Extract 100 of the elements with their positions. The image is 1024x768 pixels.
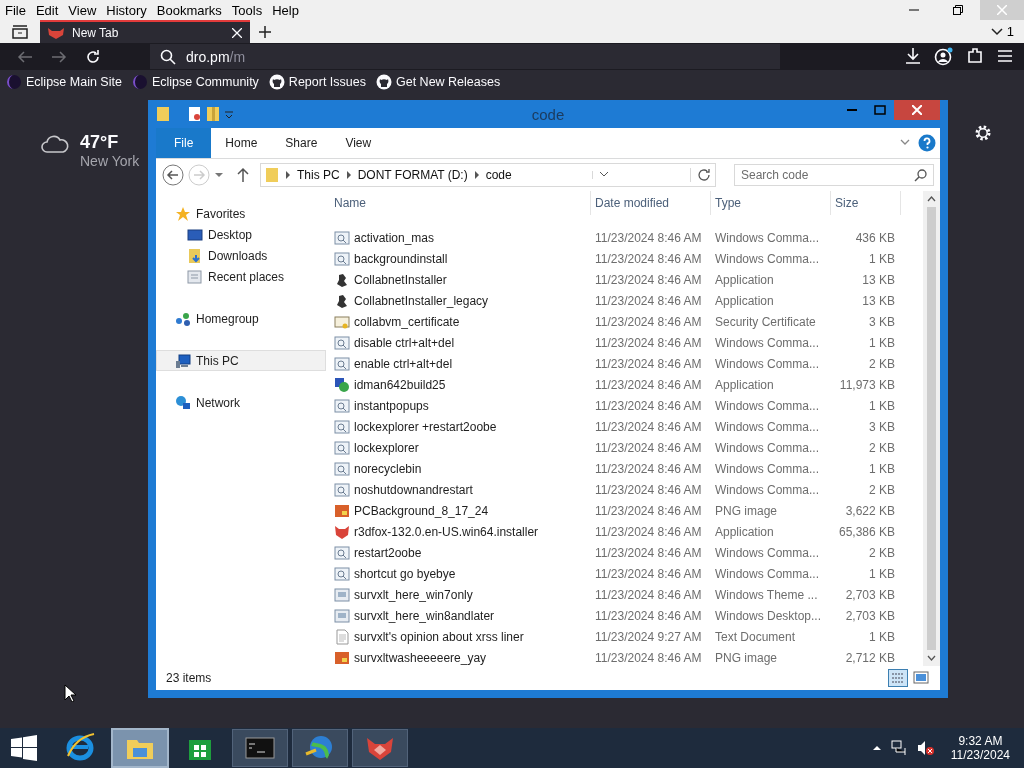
ribbon-tab[interactable]: Home xyxy=(211,128,272,158)
network-icon[interactable] xyxy=(890,740,907,756)
file-name[interactable]: survxlt_here_win7only xyxy=(330,586,591,603)
file-name[interactable]: collabvm_certificate xyxy=(330,313,591,330)
bookmark-link[interactable]: Get New Releases xyxy=(376,73,501,90)
up-arrow-icon[interactable] xyxy=(236,167,250,183)
table-cell-text: 2 KB xyxy=(868,482,896,497)
globe-file-icon xyxy=(334,376,350,393)
search-icon[interactable] xyxy=(914,168,928,182)
table-cell-text: 2,712 KB xyxy=(844,650,896,665)
ribbon-tab[interactable]: View xyxy=(331,128,386,158)
bookmark-link[interactable]: Report Issues xyxy=(268,73,366,90)
nav-item[interactable]: Homegroup xyxy=(156,308,326,329)
nav-item[interactable]: Favorites xyxy=(156,203,326,224)
breadcrumb-item[interactable]: code xyxy=(485,168,512,182)
back-icon[interactable] xyxy=(162,164,184,186)
file-name[interactable]: survxlt's opinion about xrss liner xyxy=(330,628,591,645)
nav-item[interactable]: Network xyxy=(156,392,326,413)
table-cell-text: Application xyxy=(714,272,775,287)
column-header[interactable]: Type xyxy=(711,191,831,215)
column-header[interactable]: Name xyxy=(330,191,591,215)
scroll-down-icon[interactable] xyxy=(927,654,936,662)
chevron-right-icon[interactable] xyxy=(473,171,480,179)
chevron-right-icon[interactable] xyxy=(345,171,352,179)
bookmark-link[interactable]: Eclipse Main Site xyxy=(6,73,122,90)
column-header[interactable]: Date modified xyxy=(591,191,711,215)
nav-item[interactable]: This PC xyxy=(156,350,326,371)
address-field[interactable]: dro.pm/m xyxy=(150,44,780,69)
help-icon[interactable] xyxy=(918,134,936,152)
table-cell-text: 11/23/2024 8:46 AM xyxy=(594,566,703,581)
table-cell-text: 11/23/2024 8:46 AM xyxy=(594,524,703,539)
new-tab-icon[interactable] xyxy=(259,25,271,38)
ribbon-tab[interactable]: Share xyxy=(271,128,332,158)
table-cell-text: 11/23/2024 8:46 AM xyxy=(594,335,703,350)
menu-item[interactable]: Help xyxy=(267,2,304,18)
menu-item[interactable]: Tools xyxy=(226,2,268,18)
search-field[interactable]: Search code xyxy=(734,164,934,186)
file-name[interactable]: shortcut go byebye xyxy=(330,565,591,582)
file-name[interactable]: activation_mas xyxy=(330,229,591,246)
script-file-icon xyxy=(334,334,350,351)
column-header[interactable]: Size xyxy=(831,191,901,215)
browser-tab[interactable]: New Tab xyxy=(40,20,250,43)
file-name[interactable]: restart2oobe xyxy=(330,544,591,561)
refresh-icon[interactable] xyxy=(697,168,711,182)
file-name[interactable]: survxltwasheeeeere_yay xyxy=(330,649,591,666)
properties-icon[interactable] xyxy=(188,106,202,122)
reload-icon[interactable] xyxy=(85,48,101,65)
chevron-down-icon[interactable] xyxy=(599,171,610,179)
breadcrumb-item[interactable]: This PC xyxy=(297,168,340,182)
settings-icon[interactable] xyxy=(974,124,992,142)
close-icon[interactable] xyxy=(232,27,242,38)
bookmark-link[interactable]: Eclipse Community xyxy=(131,73,259,90)
details-view-icon[interactable] xyxy=(888,669,908,687)
clock[interactable]: 9:32 AM 11/23/2024 xyxy=(950,734,1010,762)
muted-speaker-icon[interactable] xyxy=(916,740,935,756)
file-name[interactable]: r3dfox-132.0.en-US.win64.installer xyxy=(330,523,591,540)
windows-logo-icon[interactable] xyxy=(11,735,37,761)
file-name[interactable]: idman642build25 xyxy=(330,376,591,393)
file-name[interactable]: lockexplorer xyxy=(330,439,591,456)
folder-icon[interactable] xyxy=(156,106,170,122)
file-name[interactable]: norecyclebin xyxy=(330,460,591,477)
chevron-right-icon[interactable] xyxy=(285,171,291,179)
scrollbar[interactable] xyxy=(923,191,940,666)
menu-item[interactable]: History xyxy=(101,2,152,18)
menu-item[interactable]: View xyxy=(63,2,102,18)
file-name[interactable]: CollabnetInstaller_legacy xyxy=(330,292,591,309)
recent-locations-icon[interactable] xyxy=(214,171,224,179)
account-icon[interactable] xyxy=(934,46,954,67)
chevron-down-icon[interactable] xyxy=(990,27,1003,36)
extensions-icon[interactable] xyxy=(966,46,984,65)
file-name[interactable]: lockexplorer +restart2oobe xyxy=(330,418,591,435)
window-count: 1 xyxy=(1006,24,1014,39)
file-name[interactable]: CollabnetInstaller xyxy=(330,271,591,288)
nav-item[interactable]: Downloads xyxy=(156,245,326,266)
file-name[interactable]: enable ctrl+alt+del xyxy=(330,355,591,372)
thumbnail-view-icon[interactable] xyxy=(912,669,930,687)
back-icon[interactable] xyxy=(17,49,33,64)
address-bar[interactable]: This PC DONT FORMAT (D:) code xyxy=(260,163,716,187)
breadcrumb-item[interactable]: DONT FORMAT (D:) xyxy=(357,168,468,182)
download-icon[interactable] xyxy=(904,46,922,65)
dropdown-icon[interactable] xyxy=(224,109,234,119)
forward-icon[interactable] xyxy=(51,49,67,64)
close-button[interactable] xyxy=(894,100,940,120)
nav-item[interactable]: Recent places xyxy=(156,266,326,287)
menu-item[interactable]: Edit xyxy=(30,2,64,18)
file-name[interactable]: PCBackground_8_17_24 xyxy=(330,502,591,519)
tab-list-icon[interactable] xyxy=(12,24,28,39)
nav-item[interactable]: Desktop xyxy=(156,224,326,245)
file-name[interactable]: disable ctrl+alt+del xyxy=(330,334,591,351)
caret-up-icon[interactable] xyxy=(872,745,881,751)
file-menu-button[interactable]: File xyxy=(156,128,212,158)
table-cell-text: 11/23/2024 8:46 AM xyxy=(594,587,703,602)
scroll-up-icon[interactable] xyxy=(927,195,936,203)
menu-item[interactable]: File xyxy=(0,2,31,18)
file-name[interactable]: instantpopups xyxy=(330,397,591,414)
file-name[interactable]: noshutdownandrestart xyxy=(330,481,591,498)
file-name[interactable]: backgroundinstall xyxy=(330,250,591,267)
new-folder-icon[interactable] xyxy=(206,106,220,122)
file-name[interactable]: survxlt_here_win8andlater xyxy=(330,607,591,624)
menu-item[interactable]: Bookmarks xyxy=(151,2,227,18)
